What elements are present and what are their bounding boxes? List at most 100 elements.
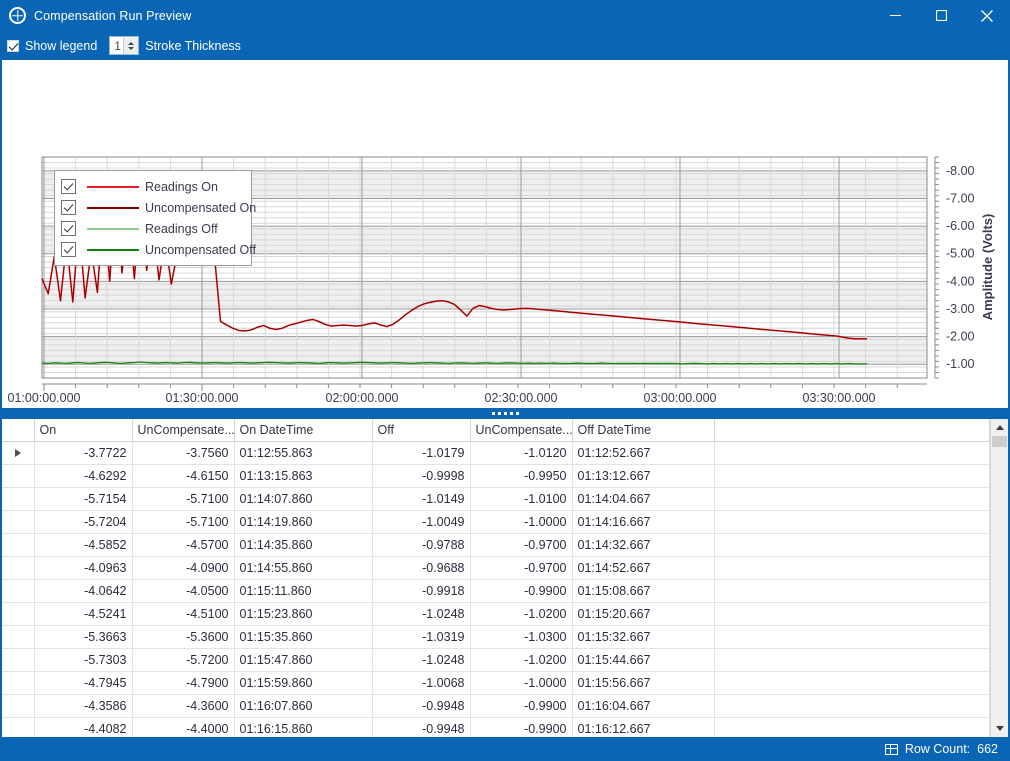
cell-off[interactable]: -0.9998 — [372, 464, 471, 488]
cell-uncompensated-on[interactable]: -4.0900 — [132, 556, 235, 580]
cell-on-datetime[interactable]: 01:15:47.860 — [234, 648, 373, 672]
cell-uncompensated-on[interactable]: -5.7100 — [132, 487, 235, 511]
column-header-off[interactable]: Off — [372, 419, 471, 442]
column-header-uncompensated-on[interactable]: UnCompensate... — [132, 419, 235, 442]
cell-uncompensated-on[interactable]: -4.3600 — [132, 694, 235, 718]
cell-uncompensated-off[interactable]: -1.0000 — [470, 671, 573, 695]
table-row[interactable]: -4.0642 -4.0500 01:15:11.860 -0.9918 -0.9900… — [2, 579, 990, 603]
cell-uncompensated-off[interactable]: -0.9900 — [470, 717, 573, 737]
cell-filler[interactable] — [714, 556, 990, 580]
cell-off-datetime[interactable]: 01:15:20.667 — [572, 602, 715, 626]
cell-off[interactable]: -0.9948 — [372, 694, 471, 718]
cell-uncompensated-on[interactable]: -5.7100 — [132, 510, 235, 534]
row-selector[interactable] — [2, 694, 35, 718]
cell-off-datetime[interactable]: 01:12:52.667 — [572, 441, 715, 465]
cell-on[interactable]: -5.7303 — [34, 648, 133, 672]
table-row[interactable]: -5.7303 -5.7200 01:15:47.860 -1.0248 -1.0200… — [2, 648, 990, 672]
cell-off[interactable]: -0.9918 — [372, 579, 471, 603]
cell-uncompensated-on[interactable]: -4.7900 — [132, 671, 235, 695]
cell-on-datetime[interactable]: 01:15:59.860 — [234, 671, 373, 695]
cell-filler[interactable] — [714, 717, 990, 737]
cell-filler[interactable] — [714, 602, 990, 626]
cell-filler[interactable] — [714, 671, 990, 695]
panel-splitter[interactable] — [0, 408, 1010, 419]
table-row[interactable]: -4.3586 -4.3600 01:16:07.860 -0.9948 -0.9900… — [2, 694, 990, 718]
cell-uncompensated-on[interactable]: -4.6150 — [132, 464, 235, 488]
cell-on[interactable]: -4.7945 — [34, 671, 133, 695]
column-header-uncompensated-off[interactable]: UnCompensate... — [470, 419, 573, 442]
cell-filler[interactable] — [714, 510, 990, 534]
table-row[interactable]: -4.0963 -4.0900 01:14:55.860 -0.9688 -0.9700… — [2, 556, 990, 580]
cell-uncompensated-off[interactable]: -1.0120 — [470, 441, 573, 465]
legend-item-readings-off[interactable]: Readings Off — [61, 219, 247, 238]
row-selector[interactable] — [2, 671, 35, 695]
cell-off-datetime[interactable]: 01:16:12.667 — [572, 717, 715, 737]
cell-on[interactable]: -5.3663 — [34, 625, 133, 649]
cell-off-datetime[interactable]: 01:14:04.667 — [572, 487, 715, 511]
stroke-thickness-stepper[interactable]: 1 — [109, 36, 140, 55]
cell-off[interactable]: -1.0248 — [372, 648, 471, 672]
cell-off-datetime[interactable]: 01:15:08.667 — [572, 579, 715, 603]
cell-off[interactable]: -1.0248 — [372, 602, 471, 626]
minimize-button[interactable] — [872, 0, 918, 31]
stepper-up-icon[interactable] — [128, 41, 135, 45]
grid-vertical-scrollbar[interactable] — [990, 419, 1008, 737]
stroke-thickness-value[interactable]: 1 — [110, 39, 123, 53]
cell-uncompensated-on[interactable]: -5.7200 — [132, 648, 235, 672]
cell-on[interactable]: -3.7722 — [34, 441, 133, 465]
show-legend-checkbox[interactable] — [7, 39, 19, 52]
row-selector[interactable] — [2, 510, 35, 534]
cell-on-datetime[interactable]: 01:14:35.860 — [234, 533, 373, 557]
row-selector[interactable] — [2, 487, 35, 511]
table-row[interactable]: -3.7722 -3.7560 01:12:55.863 -1.0179 -1.0120… — [2, 441, 990, 465]
cell-off[interactable]: -1.0068 — [372, 671, 471, 695]
maximize-button[interactable] — [918, 0, 964, 31]
scrollbar-thumb[interactable] — [992, 436, 1007, 447]
cell-on[interactable]: -4.0963 — [34, 556, 133, 580]
cell-off[interactable]: -1.0049 — [372, 510, 471, 534]
table-row[interactable]: -5.3663 -5.3600 01:15:35.860 -1.0319 -1.0300… — [2, 625, 990, 649]
cell-on-datetime[interactable]: 01:16:15.860 — [234, 717, 373, 737]
cell-off[interactable]: -0.9948 — [372, 717, 471, 737]
cell-on[interactable]: -4.5241 — [34, 602, 133, 626]
table-row[interactable]: -4.5241 -4.5100 01:15:23.860 -1.0248 -1.0200… — [2, 602, 990, 626]
table-row[interactable]: -4.7945 -4.7900 01:15:59.860 -1.0068 -1.0000… — [2, 671, 990, 695]
cell-off-datetime[interactable]: 01:14:16.667 — [572, 510, 715, 534]
legend-checkbox-readings-on[interactable] — [61, 179, 76, 194]
cell-uncompensated-off[interactable]: -1.0200 — [470, 648, 573, 672]
cell-filler[interactable] — [714, 694, 990, 718]
row-selector[interactable] — [2, 602, 35, 626]
cell-off[interactable]: -0.9688 — [372, 556, 471, 580]
cell-uncompensated-off[interactable]: -0.9900 — [470, 694, 573, 718]
table-row[interactable]: -4.5852 -4.5700 01:14:35.860 -0.9788 -0.9700… — [2, 533, 990, 557]
cell-uncompensated-off[interactable]: -1.0300 — [470, 625, 573, 649]
cell-off-datetime[interactable]: 01:15:32.667 — [572, 625, 715, 649]
legend-item-readings-on[interactable]: Readings On — [61, 177, 247, 196]
cell-uncompensated-on[interactable]: -4.5100 — [132, 602, 235, 626]
column-header-on[interactable]: On — [34, 419, 133, 442]
row-selector[interactable] — [2, 717, 35, 737]
cell-on[interactable]: -5.7154 — [34, 487, 133, 511]
cell-on-datetime[interactable]: 01:15:11.860 — [234, 579, 373, 603]
cell-on[interactable]: -4.4082 — [34, 717, 133, 737]
scrollbar-track[interactable] — [991, 436, 1008, 720]
cell-on-datetime[interactable]: 01:12:55.863 — [234, 441, 373, 465]
legend-checkbox-readings-off[interactable] — [61, 221, 76, 236]
cell-filler[interactable] — [714, 648, 990, 672]
cell-on-datetime[interactable]: 01:14:19.860 — [234, 510, 373, 534]
legend-item-uncompensated-off[interactable]: Uncompensated Off — [61, 240, 256, 259]
cell-off-datetime[interactable]: 01:15:56.667 — [572, 671, 715, 695]
row-selector[interactable] — [2, 464, 35, 488]
cell-on-datetime[interactable]: 01:14:07.860 — [234, 487, 373, 511]
cell-filler[interactable] — [714, 464, 990, 488]
cell-filler[interactable] — [714, 441, 990, 465]
cell-uncompensated-on[interactable]: -4.4000 — [132, 717, 235, 737]
table-row[interactable]: -5.7204 -5.7100 01:14:19.860 -1.0049 -1.0000… — [2, 510, 990, 534]
cell-off-datetime[interactable]: 01:14:52.667 — [572, 556, 715, 580]
cell-off-datetime[interactable]: 01:13:12.667 — [572, 464, 715, 488]
cell-off[interactable]: -0.9788 — [372, 533, 471, 557]
cell-filler[interactable] — [714, 533, 990, 557]
row-selector[interactable] — [2, 533, 35, 557]
row-selector[interactable] — [2, 648, 35, 672]
cell-uncompensated-off[interactable]: -1.0000 — [470, 510, 573, 534]
